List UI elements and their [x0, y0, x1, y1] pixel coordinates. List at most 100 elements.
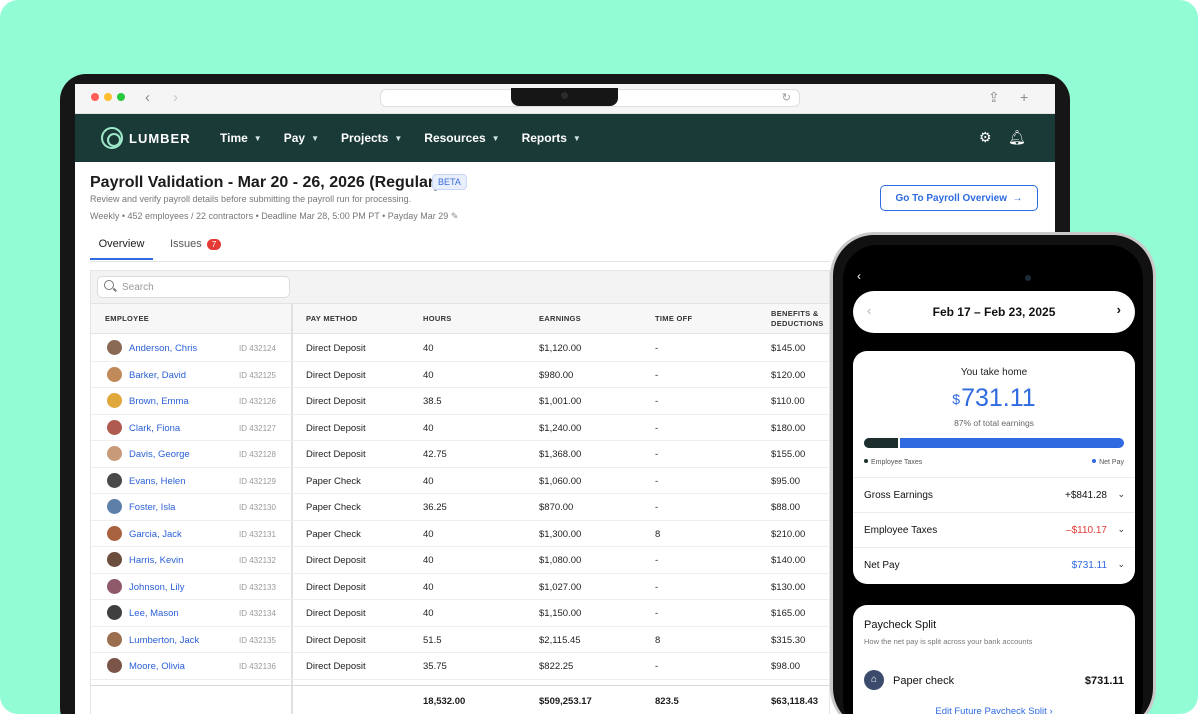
- table-row[interactable]: Johnson, Lily ID 432133 Direct Deposit 40 $1…: [91, 574, 829, 600]
- net-pay-row[interactable]: Net Pay $731.11 ⌄: [853, 547, 1135, 582]
- table-row[interactable]: Lumberton, Jack ID 432135 Direct Deposit 51…: [91, 627, 829, 653]
- arrow-right-icon: →: [1012, 192, 1023, 204]
- avatar: [107, 658, 122, 673]
- avatar: [107, 340, 122, 355]
- bell-icon[interactable]: 🔔︎: [1008, 129, 1026, 146]
- column-header-hours[interactable]: HOURS: [423, 314, 452, 324]
- table-row[interactable]: Brown, Emma ID 432126 Direct Deposit 38.5 $1…: [91, 388, 829, 415]
- benefits-cell: $88.00: [771, 502, 801, 513]
- search-input[interactable]: Search: [97, 276, 290, 298]
- hours-cell: 35.75: [423, 661, 447, 672]
- employee-name-link[interactable]: Lee, Mason: [129, 608, 179, 619]
- employee-id: ID 432125: [239, 370, 276, 380]
- column-header-time-off[interactable]: TIME OFF: [655, 314, 692, 324]
- table-row[interactable]: Davis, George ID 432128 Direct Deposit 42.7…: [91, 441, 829, 468]
- pay-method-cell: Direct Deposit: [306, 369, 366, 381]
- close-window-button[interactable]: [91, 93, 99, 101]
- time-off-cell: -: [655, 343, 659, 354]
- time-off-cell: -: [655, 369, 659, 381]
- new-tab-icon[interactable]: +: [1020, 89, 1028, 105]
- table-row[interactable]: Anderson, Chris ID 432124 Direct Deposit 40…: [91, 335, 829, 362]
- table-row[interactable]: Clark, Fiona ID 432127 Direct Deposit 40 $1,…: [91, 415, 829, 441]
- employee-name-link[interactable]: Johnson, Lily: [129, 582, 184, 593]
- chevron-down-icon: ▼: [394, 133, 403, 143]
- minimize-window-button[interactable]: [104, 93, 112, 101]
- column-header-earnings[interactable]: EARNINGS: [539, 314, 581, 324]
- employee-name-link[interactable]: Garcia, Jack: [129, 529, 182, 540]
- tab-overview[interactable]: Overview: [90, 238, 153, 260]
- beta-badge: BETA: [432, 174, 467, 190]
- back-arrow-icon[interactable]: ‹: [145, 89, 150, 106]
- employee-name-link[interactable]: Barker, David: [129, 370, 186, 381]
- employee-name-link[interactable]: Anderson, Chris: [129, 343, 197, 354]
- employee-id: ID 432133: [239, 582, 276, 592]
- employee-name-link[interactable]: Clark, Fiona: [129, 423, 180, 434]
- forward-arrow-icon[interactable]: ›: [173, 89, 178, 106]
- column-header-employee[interactable]: EMPLOYEE: [105, 314, 149, 324]
- pencil-icon[interactable]: ✎: [451, 211, 459, 221]
- edit-paycheck-split-link[interactable]: Edit Future Paycheck Split ›: [853, 706, 1135, 714]
- summary-value: +$841.28: [1065, 490, 1107, 501]
- employee-name-link[interactable]: Foster, Isla: [129, 502, 175, 513]
- reload-icon[interactable]: ↻: [782, 91, 791, 104]
- employee-name-link[interactable]: Brown, Emma: [129, 396, 189, 407]
- employee-name-link[interactable]: Evans, Helen: [129, 476, 186, 487]
- share-icon[interactable]: ⇪: [988, 89, 1000, 106]
- page-background: ‹ › ↻ ⇪ + LUMBER Time ▼ Pay ▼ Projects ▼ Re…: [0, 0, 1198, 714]
- pay-method-cell: Direct Deposit: [306, 422, 366, 434]
- table-row[interactable]: Moore, Olivia ID 432136 Direct Deposit 35.7…: [91, 653, 829, 680]
- chevron-down-icon: ▼: [572, 133, 581, 143]
- employee-name-link[interactable]: Harris, Kevin: [129, 555, 183, 566]
- hours-cell: 42.75: [423, 449, 447, 460]
- pay-method-cell: Direct Deposit: [306, 555, 366, 566]
- chevron-down-icon: ▼: [491, 133, 500, 143]
- column-header-pay-method[interactable]: PAY METHOD: [306, 314, 358, 324]
- phone-screen: ‹ ‹ Feb 17 – Feb 23, 2025 › You take hom…: [843, 245, 1143, 714]
- pay-method-cell: Paper Check: [306, 475, 361, 487]
- summary-label: Net Pay: [864, 560, 900, 571]
- go-to-payroll-overview-button[interactable]: Go To Payroll Overview →: [880, 185, 1038, 211]
- employee-id: ID 432130: [239, 503, 276, 512]
- employee-name-link[interactable]: Lumberton, Jack: [129, 635, 199, 646]
- table-toolbar: Search: [91, 271, 829, 304]
- menu-item-reports[interactable]: Reports ▼: [522, 131, 581, 145]
- menu-item-pay[interactable]: Pay ▼: [284, 131, 319, 145]
- table-row[interactable]: Evans, Helen ID 432129 Paper Check 40 $1,060…: [91, 468, 829, 494]
- tab-issues[interactable]: Issues 7: [170, 238, 222, 250]
- total-earnings: $509,253.17: [539, 696, 592, 707]
- maximize-window-button[interactable]: [117, 93, 125, 101]
- employee-name-link[interactable]: Davis, George: [129, 449, 190, 460]
- employee-id: ID 432126: [239, 397, 276, 406]
- summary-label: Gross Earnings: [864, 490, 933, 501]
- employee-name-link[interactable]: Moore, Olivia: [129, 661, 185, 672]
- hours-cell: 38.5: [423, 396, 442, 407]
- table-row[interactable]: Foster, Isla ID 432130 Paper Check 36.25 $87…: [91, 494, 829, 521]
- menu-item-projects[interactable]: Projects ▼: [341, 131, 402, 145]
- pay-method-cell: Direct Deposit: [306, 634, 366, 646]
- chevron-down-icon: ▼: [311, 133, 319, 143]
- logo[interactable]: LUMBER: [101, 127, 191, 149]
- table-row[interactable]: Harris, Kevin ID 432132 Direct Deposit 40 $1…: [91, 547, 829, 574]
- take-home-value: 731.11: [961, 384, 1036, 412]
- menu-item-label: Time: [220, 131, 248, 145]
- menu-item-time[interactable]: Time ▼: [220, 131, 262, 145]
- table-row[interactable]: Garcia, Jack ID 432131 Paper Check 40 $1,300…: [91, 521, 829, 547]
- gear-icon[interactable]: ⚙: [979, 129, 992, 146]
- gross-earnings-row[interactable]: Gross Earnings +$841.28 ⌄: [853, 477, 1135, 512]
- earnings-cell: $1,150.00: [539, 608, 582, 619]
- employee-id: ID 432132: [239, 556, 276, 565]
- avatar: [107, 552, 122, 567]
- chevron-right-icon[interactable]: ›: [1117, 302, 1121, 317]
- employee-taxes-row[interactable]: Employee Taxes –$110.17 ⌄: [853, 512, 1135, 547]
- table-row[interactable]: Barker, David ID 432125 Direct Deposit 40 $9…: [91, 362, 829, 388]
- chevron-down-icon: ⌄: [1117, 524, 1125, 534]
- menu-item-resources[interactable]: Resources ▼: [424, 131, 499, 145]
- earnings-cell: $822.25: [539, 661, 574, 672]
- back-icon[interactable]: ‹: [857, 269, 861, 283]
- hours-cell: 40: [423, 475, 434, 487]
- column-header-benefits[interactable]: BENEFITS & DEDUCTIONS: [771, 309, 824, 329]
- page-subtitle: Review and verify payroll details before…: [90, 194, 412, 204]
- earnings-cell: $1,368.00: [539, 449, 582, 460]
- benefits-cell: $210.00: [771, 528, 806, 540]
- table-row[interactable]: Lee, Mason ID 432134 Direct Deposit 40 $1,15…: [91, 600, 829, 627]
